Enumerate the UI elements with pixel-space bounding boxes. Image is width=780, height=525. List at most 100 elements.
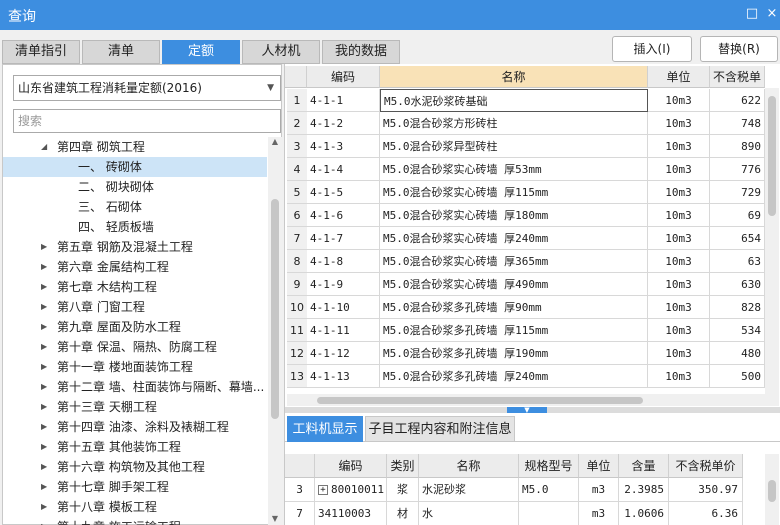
cell-unit[interactable]: 10m3 [648,158,710,181]
cell-unit[interactable]: 10m3 [648,273,710,296]
insert-button[interactable]: 插入(I) [612,36,692,62]
cell-name[interactable]: M5.0混合砂浆实心砖墙 厚240mm [380,227,648,250]
grid-scroll-thumb[interactable] [768,96,776,216]
tree-node[interactable]: ▶ 第十三章 天棚工程 [3,397,267,417]
cell-spec[interactable]: M5.0 [519,478,579,502]
tab-list[interactable]: 清单 [82,40,160,64]
row-number[interactable]: 10 [287,296,307,319]
cell-name[interactable]: M5.0混合砂浆异型砖柱 [380,135,648,158]
tree-node[interactable]: ▶ 第六章 金属结构工程 [3,257,267,277]
cell-name[interactable]: M5.0混合砂浆实心砖墙 厚115mm [380,181,648,204]
cell-quantity[interactable]: 2.3985 [619,478,669,502]
column-header-code[interactable]: 编码 [315,454,387,478]
tree-node[interactable]: 二、 砌块砌体 [3,177,267,197]
expand-arrow-icon[interactable]: ▶ [41,357,47,377]
row-number[interactable]: 7 [287,227,307,250]
cell-price[interactable]: 69 [710,204,765,227]
tree-node[interactable]: ▶ 第九章 屋面及防水工程 [3,317,267,337]
cell-quantity[interactable]: 1.0606 [619,502,669,525]
cell-name[interactable]: M5.0混合砂浆多孔砖墙 厚240mm [380,365,648,388]
cell-code[interactable]: 4-1-8 [307,250,380,273]
tree-node[interactable]: ▶ 第十五章 其他装饰工程 [3,437,267,457]
cell-unit[interactable]: 10m3 [648,227,710,250]
tree-node[interactable]: 四、 轻质板墙 [3,217,267,237]
expand-arrow-icon[interactable]: ▶ [41,337,47,357]
cell-category[interactable]: 材 [387,502,419,525]
cell-spec[interactable] [519,502,579,525]
tree-scrollbar[interactable]: ▲ ▼ [268,137,282,525]
cell-unit[interactable]: 10m3 [648,250,710,273]
cell-code[interactable]: 4-1-2 [307,112,380,135]
cell-price[interactable]: 890 [710,135,765,158]
row-number[interactable]: 3 [287,135,307,158]
cell-price[interactable]: 729 [710,181,765,204]
cell-unit[interactable]: m3 [579,502,619,525]
expand-arrow-icon[interactable]: ▶ [41,437,47,457]
cell-code[interactable]: 4-1-4 [307,158,380,181]
cell-unit[interactable]: m3 [579,478,619,502]
cell-name[interactable]: M5.0混合砂浆实心砖墙 厚365mm [380,250,648,273]
grid-scrollbar[interactable] [765,88,779,394]
cell-unit[interactable]: 10m3 [648,112,710,135]
expand-arrow-icon[interactable]: ▶ [41,497,47,517]
cell-code[interactable]: 4-1-3 [307,135,380,158]
cell-unit[interactable]: 10m3 [648,204,710,227]
tree-node[interactable]: 三、 石砌体 [3,197,267,217]
row-number[interactable]: 8 [287,250,307,273]
cell-name[interactable]: 水泥砂浆 [419,478,519,502]
cell-code[interactable]: +80010011 [315,478,387,502]
tree-node[interactable]: ▶ 第十四章 油漆、涂料及裱糊工程 [3,417,267,437]
cell-code[interactable]: 4-1-9 [307,273,380,296]
scroll-down-icon[interactable]: ▼ [268,514,282,523]
expand-arrow-icon[interactable]: ▶ [41,397,47,417]
tree-node[interactable]: ▶ 第十一章 楼地面装饰工程 [3,357,267,377]
expand-arrow-icon[interactable]: ▶ [41,317,47,337]
cell-name[interactable]: M5.0混合砂浆实心砖墙 厚53mm [380,158,648,181]
cell-name[interactable]: M5.0混合砂浆方形砖柱 [380,112,648,135]
tree-node[interactable]: 一、 砖砌体 [3,157,267,177]
column-header-unit[interactable]: 单位 [579,454,619,478]
expand-arrow-icon[interactable]: ▶ [41,277,47,297]
cell-unit[interactable]: 10m3 [648,296,710,319]
cell-name[interactable]: M5.0混合砂浆多孔砖墙 厚90mm [380,296,648,319]
column-header-price[interactable]: 不含税单价 [669,454,743,478]
cell-unit[interactable]: 10m3 [648,135,710,158]
expand-arrow-icon[interactable]: ▶ [41,457,47,477]
tab-work-content-notes[interactable]: 子目工程内容和附注信息 [365,416,515,442]
material-grid-scrollbar[interactable] [765,454,779,525]
tree-node[interactable]: ▶ 第五章 钢筋及混凝土工程 [3,237,267,257]
cell-code[interactable]: 4-1-11 [307,319,380,342]
collapse-arrow-icon[interactable]: ◢ [41,137,47,157]
tree-node[interactable]: ▶ 第八章 门窗工程 [3,297,267,317]
tree-node[interactable]: ▶ 第十八章 模板工程 [3,497,267,517]
tab-material-display[interactable]: 工料机显示 [287,416,363,442]
cell-price[interactable]: 622 [710,89,765,112]
tree-node[interactable]: ◢ 第四章 砌筑工程 [3,137,267,157]
tree-scroll-thumb[interactable] [271,199,279,419]
expand-arrow-icon[interactable]: ▶ [41,477,47,497]
material-grid-scroll-thumb[interactable] [768,480,776,502]
row-number[interactable]: 11 [287,319,307,342]
cell-code[interactable]: 4-1-12 [307,342,380,365]
cell-price[interactable]: 654 [710,227,765,250]
expand-arrow-icon[interactable]: ▶ [41,377,47,397]
cell-code[interactable]: 4-1-6 [307,204,380,227]
search-input[interactable] [13,109,281,133]
cell-name[interactable]: M5.0混合砂浆实心砖墙 厚180mm [380,204,648,227]
cell-price[interactable]: 776 [710,158,765,181]
quota-library-select[interactable]: 山东省建筑工程消耗量定额(2016) ▼ [13,75,281,101]
row-number[interactable]: 2 [287,112,307,135]
row-number[interactable]: 6 [287,204,307,227]
column-header-code[interactable]: 编码 [307,66,380,88]
expand-arrow-icon[interactable]: ▶ [41,297,47,317]
cell-unit[interactable]: 10m3 [648,365,710,388]
expand-arrow-icon[interactable]: ▶ [41,517,47,525]
close-icon[interactable]: × [762,4,780,24]
cell-name[interactable]: M5.0混合砂浆多孔砖墙 厚190mm [380,342,648,365]
cell-code[interactable]: 4-1-10 [307,296,380,319]
tree-node[interactable]: ▶ 第七章 木结构工程 [3,277,267,297]
row-number[interactable]: 13 [287,365,307,388]
row-number[interactable]: 5 [287,181,307,204]
row-number[interactable]: 4 [287,158,307,181]
column-header-spec[interactable]: 规格型号 [519,454,579,478]
